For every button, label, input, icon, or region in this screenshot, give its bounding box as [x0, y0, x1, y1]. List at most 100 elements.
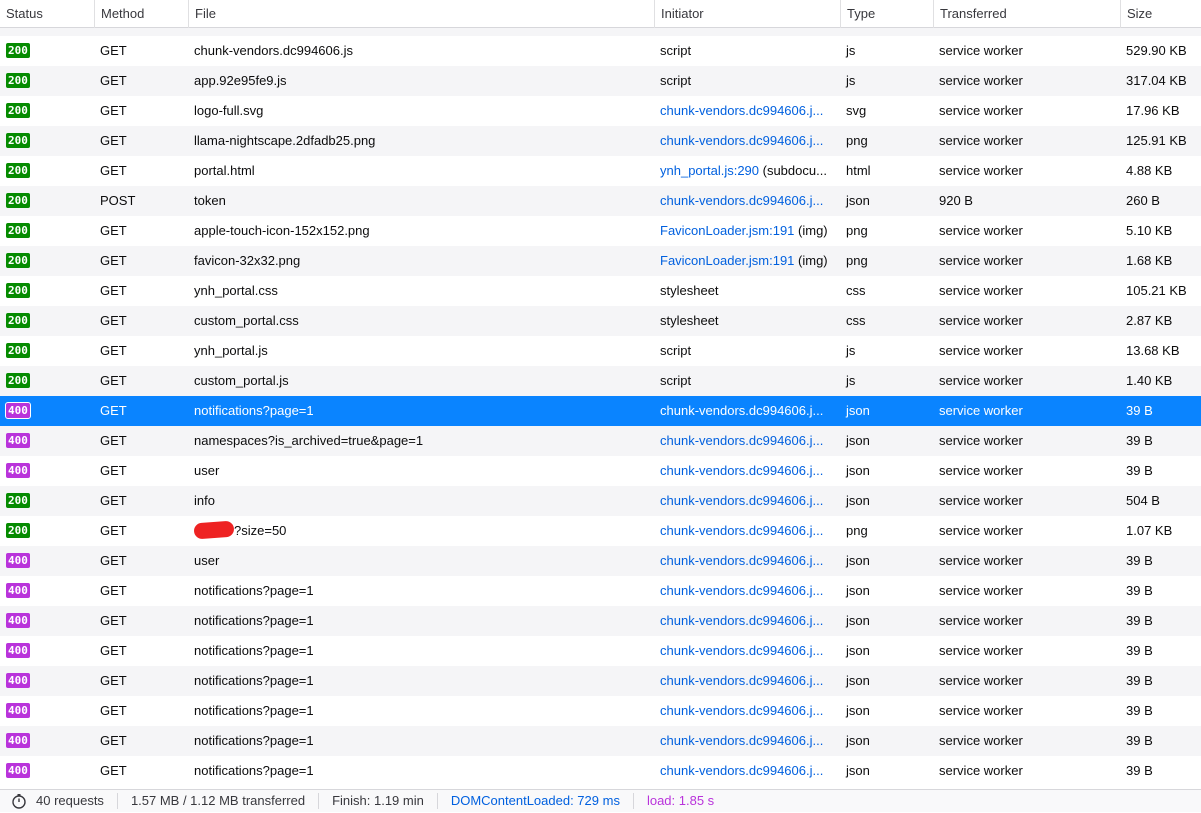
stopwatch-icon[interactable]	[8, 790, 30, 813]
table-row[interactable]: 200 GET ?size=50 chunk-vendors.dc994606.j..…	[0, 516, 1201, 546]
status-badge: 200	[6, 103, 30, 119]
initiator-link[interactable]: chunk-vendors.dc994606.j...	[660, 523, 823, 538]
table-row[interactable]: 400 GET user chunk-vendors.dc994606.j... jso…	[0, 456, 1201, 486]
initiator-link[interactable]: chunk-vendors.dc994606.j...	[660, 613, 823, 628]
status-cell: 400	[0, 576, 94, 606]
status-cell: 400	[0, 636, 94, 666]
file-cell: notifications?page=1	[188, 756, 654, 786]
initiator-link[interactable]: ynh_portal.js:290	[660, 163, 759, 178]
type-cell: js	[846, 43, 856, 58]
type-cell: css	[846, 313, 866, 328]
transferred-cell: service worker	[939, 313, 1023, 328]
size-cell: 39 B	[1126, 673, 1153, 688]
table-row[interactable]: 400 GET notifications?page=1 chunk-vendors.…	[0, 576, 1201, 606]
status-cell: 200	[0, 126, 94, 156]
status-cell: 200	[0, 156, 94, 186]
status-badge: 200	[6, 193, 30, 209]
status-cell: 200	[0, 516, 94, 546]
file-name: notifications?page=1	[194, 643, 314, 658]
column-header-initiator[interactable]: Initiator	[654, 0, 840, 28]
size-cell: 5.10 KB	[1126, 223, 1173, 238]
initiator-text: script	[660, 373, 692, 388]
table-row[interactable]: 400 GET user chunk-vendors.dc994606.j... jso…	[0, 546, 1201, 576]
status-cell: 400	[0, 606, 94, 636]
transferred-cell: service worker	[939, 733, 1023, 748]
status-cell: 400	[0, 726, 94, 756]
initiator-link[interactable]: chunk-vendors.dc994606.j...	[660, 583, 823, 598]
initiator-link[interactable]: FaviconLoader.jsm:191	[660, 223, 794, 238]
file-cell: notifications?page=1	[188, 396, 654, 426]
table-row[interactable]: 200 GET llama-nightscape.2dfadb25.png chunk…	[0, 126, 1201, 156]
initiator-link[interactable]: chunk-vendors.dc994606.j...	[660, 703, 823, 718]
initiator-link[interactable]: chunk-vendors.dc994606.j...	[660, 763, 823, 778]
file-name: info	[194, 493, 215, 508]
method-cell: GET	[100, 163, 127, 178]
transferred-cell: service worker	[939, 463, 1023, 478]
initiator-link[interactable]: FaviconLoader.jsm:191	[660, 253, 794, 268]
table-row[interactable]: 200 GET apple-touch-icon-152x152.png Favico…	[0, 216, 1201, 246]
table-row[interactable]: 200 GET chunk-vendors.dc994606.js script js s…	[0, 36, 1201, 66]
table-row[interactable]: 200 POST token chunk-vendors.dc994606.j... j…	[0, 186, 1201, 216]
status-badge: 200	[6, 73, 30, 89]
request-count: 40 requests	[36, 793, 104, 808]
file-cell: apple-touch-icon-152x152.png	[188, 216, 654, 246]
size-cell: 39 B	[1126, 643, 1153, 658]
method-cell: GET	[100, 253, 127, 268]
status-cell: 400	[0, 756, 94, 786]
initiator-cell: chunk-vendors.dc994606.j...	[654, 636, 840, 666]
size-cell: 39 B	[1126, 433, 1153, 448]
table-row[interactable]: 200 GET info chunk-vendors.dc994606.j... jso…	[0, 486, 1201, 516]
initiator-link[interactable]: chunk-vendors.dc994606.j...	[660, 103, 823, 118]
size-cell: 529.90 KB	[1126, 43, 1187, 58]
initiator-link[interactable]: chunk-vendors.dc994606.j...	[660, 133, 823, 148]
status-bar: 40 requests 1.57 MB / 1.12 MB transferre…	[0, 789, 1201, 812]
table-row[interactable]: 400 GET notifications?page=1 chunk-vendors.…	[0, 666, 1201, 696]
table-row[interactable]: 400 GET notifications?page=1 chunk-vendors.…	[0, 396, 1201, 426]
initiator-cell: chunk-vendors.dc994606.j...	[654, 486, 840, 516]
initiator-link[interactable]: chunk-vendors.dc994606.j...	[660, 553, 823, 568]
file-name: user	[194, 463, 220, 478]
column-header-method[interactable]: Method	[94, 0, 188, 28]
method-cell: GET	[100, 373, 127, 388]
table-row[interactable]: 200 GET ynh_portal.js script js service worke…	[0, 336, 1201, 366]
column-header-status[interactable]: Status	[0, 0, 94, 28]
table-row[interactable]: 400 GET notifications?page=1 chunk-vendors.…	[0, 606, 1201, 636]
transferred-cell: service worker	[939, 373, 1023, 388]
table-row[interactable]: 200 GET favicon-32x32.png FaviconLoader.jsm…	[0, 246, 1201, 276]
column-header-size[interactable]: Size	[1120, 0, 1201, 28]
status-badge: 400	[5, 402, 31, 420]
column-header-transferred[interactable]: Transferred	[933, 0, 1120, 28]
method-cell: GET	[100, 133, 127, 148]
initiator-link[interactable]: chunk-vendors.dc994606.j...	[660, 673, 823, 688]
status-cell: 400	[0, 456, 94, 486]
initiator-link[interactable]: chunk-vendors.dc994606.j...	[660, 403, 823, 418]
initiator-link[interactable]: chunk-vendors.dc994606.j...	[660, 733, 823, 748]
initiator-cell: chunk-vendors.dc994606.j...	[654, 546, 840, 576]
table-row[interactable]: 400 GET notifications?page=1 chunk-vendors.…	[0, 726, 1201, 756]
transferred-cell: service worker	[939, 553, 1023, 568]
column-header-type[interactable]: Type	[840, 0, 933, 28]
table-row[interactable]: 200 GET custom_portal.js script js service wo…	[0, 366, 1201, 396]
transferred-cell: service worker	[939, 43, 1023, 58]
initiator-link[interactable]: chunk-vendors.dc994606.j...	[660, 433, 823, 448]
method-cell: GET	[100, 283, 127, 298]
table-row[interactable]: 400 GET notifications?page=1 chunk-vendors.…	[0, 756, 1201, 786]
table-row[interactable]: 400 GET namespaces?is_archived=true&page=1…	[0, 426, 1201, 456]
table-row[interactable]: 200 GET ynh_portal.css stylesheet css service…	[0, 276, 1201, 306]
initiator-link[interactable]: chunk-vendors.dc994606.j...	[660, 643, 823, 658]
initiator-link[interactable]: chunk-vendors.dc994606.j...	[660, 493, 823, 508]
size-cell: 1.68 KB	[1126, 253, 1173, 268]
initiator-cell: ynh_portal.js:290 (subdocu...	[654, 156, 840, 186]
table-row[interactable]: 400 GET notifications?page=1 chunk-vendors.…	[0, 636, 1201, 666]
initiator-cell: stylesheet	[654, 276, 840, 306]
table-row[interactable]: 200 GET logo-full.svg chunk-vendors.dc99460…	[0, 96, 1201, 126]
column-header-file[interactable]: File	[188, 0, 654, 28]
table-row[interactable]: 200 GET app.92e95fe9.js script js service wor…	[0, 66, 1201, 96]
status-badge: 200	[6, 523, 30, 539]
initiator-link[interactable]: chunk-vendors.dc994606.j...	[660, 463, 823, 478]
initiator-link[interactable]: chunk-vendors.dc994606.j...	[660, 193, 823, 208]
table-row[interactable]: 200 GET portal.html ynh_portal.js:290 (subd…	[0, 156, 1201, 186]
table-row[interactable]: 200 GET custom_portal.css stylesheet css serv…	[0, 306, 1201, 336]
method-cell: GET	[100, 613, 127, 628]
table-row[interactable]: 400 GET notifications?page=1 chunk-vendors.…	[0, 696, 1201, 726]
